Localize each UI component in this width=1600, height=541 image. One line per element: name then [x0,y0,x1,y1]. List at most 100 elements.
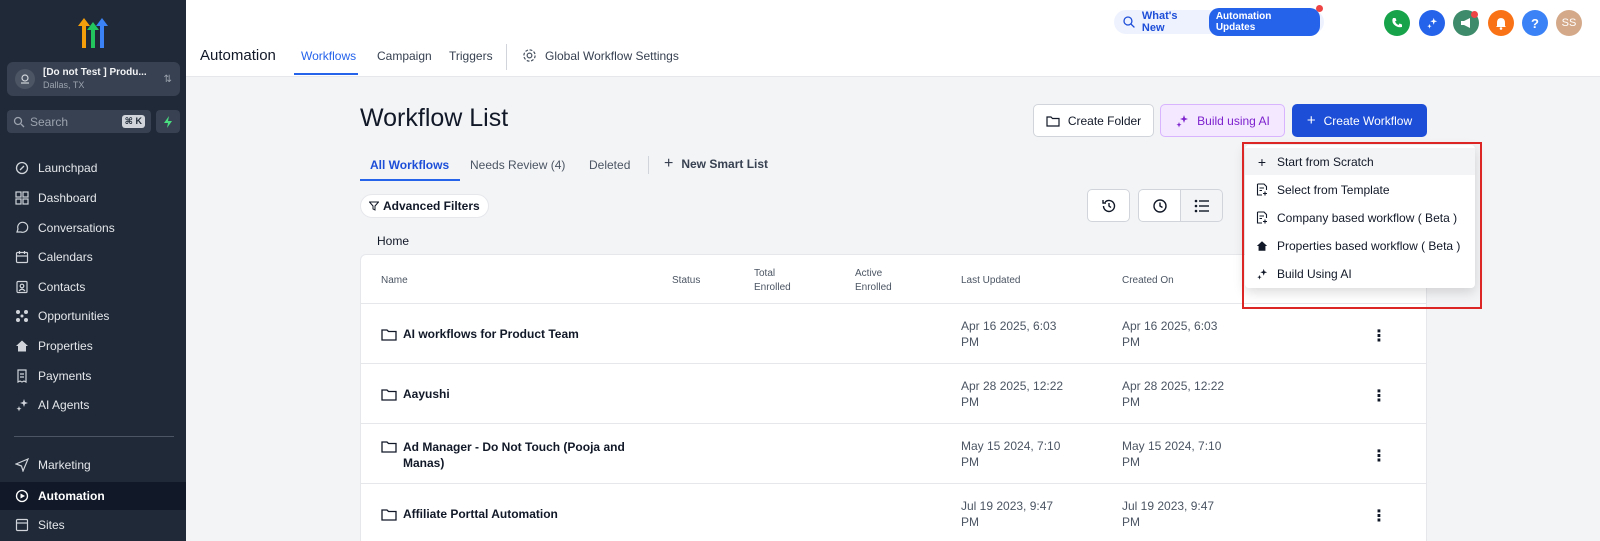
tab-workflows[interactable]: Workflows [301,49,356,63]
rocket-icon [14,160,30,176]
last-updated-cell: May 15 2024, 7:10 PM [961,424,1111,484]
last-updated-cell: Apr 16 2025, 6:03 PM [961,304,1111,364]
notification-dot [1471,11,1478,18]
table-row[interactable]: Ad Manager - Do Not Touch (Pooja and Man… [361,423,1426,483]
phone-button[interactable] [1384,10,1410,36]
folder-icon [381,441,397,453]
active-tab-indicator [294,73,358,75]
row-menu-icon[interactable]: ⋮ [1371,386,1387,406]
table-row[interactable]: Aayushi Apr 28 2025, 12:22 PM Apr 28 2025… [361,363,1426,423]
sidebar-item-launchpad[interactable]: Launchpad [0,154,186,182]
recent-view-button[interactable] [1138,189,1181,222]
receipt-icon [14,368,30,384]
automation-icon [14,488,30,504]
folder-icon [381,508,397,521]
history-button[interactable] [1087,189,1130,222]
list-view-button[interactable] [1180,189,1223,222]
clock-icon [1152,198,1167,213]
subtab-all-workflows[interactable]: All Workflows [370,158,449,172]
grid-icon [14,190,30,206]
tab-triggers[interactable]: Triggers [449,49,493,63]
bell-icon [1496,17,1506,30]
date-line: PM [1122,335,1140,349]
sidebar-item-label: Automation [38,489,105,503]
folder-name: Affiliate Porttal Automation [403,507,558,521]
folder-icon [381,388,397,401]
site-icon [14,517,30,533]
advanced-filters-label: Advanced Filters [383,199,480,213]
sidebar-item-label: Contacts [38,280,86,294]
help-button[interactable]: ? [1522,10,1548,36]
announcements-button[interactable] [1453,10,1479,36]
app-logo-icon[interactable] [74,14,112,50]
column-header-name[interactable]: Name [381,274,408,288]
row-menu-icon[interactable]: ⋮ [1371,326,1387,346]
ai-assistant-button[interactable] [1419,10,1445,36]
folder-name-cell[interactable]: Affiliate Porttal Automation [381,484,641,541]
last-updated-cell: Jul 19 2023, 9:47 PM [961,484,1111,541]
create-workflow-button[interactable]: + Create Workflow [1292,104,1427,137]
new-smart-list-label: New Smart List [681,157,769,171]
subtab-separator [648,156,649,174]
date-line: May 15 2024, 7:10 [1122,439,1222,453]
quick-action-button[interactable] [156,110,180,133]
sidebar-item-opportunities[interactable]: Opportunities [0,302,186,330]
new-smart-list-button[interactable]: + New Smart List [664,155,768,173]
account-switcher[interactable]: [Do not Test ] Produ... Dallas, TX ⇅ [7,62,180,96]
sidebar-item-label: Properties [38,339,93,353]
sidebar-item-ai-agents[interactable]: AI Agents [0,391,186,419]
header-line: Total [754,268,776,279]
date-line: Apr 16 2025, 6:03 [1122,319,1218,333]
date-line: PM [961,335,979,349]
subtab-needs-review[interactable]: Needs Review (4) [470,158,565,172]
date-line: PM [961,515,979,529]
page-title: Automation [200,47,276,64]
table-row[interactable]: AI workflows for Product Team Apr 16 202… [361,303,1426,363]
home-icon [14,338,30,354]
column-header-last-updated[interactable]: Last Updated [961,274,1021,288]
sidebar-item-conversations[interactable]: Conversations [0,214,186,242]
build-using-ai-button[interactable]: Build using AI [1160,104,1285,137]
date-line: Jul 19 2023, 9:47 [961,499,1054,513]
sidebar-item-label: Launchpad [38,161,98,175]
sidebar-item-payments[interactable]: Payments [0,362,186,390]
table-row[interactable]: Affiliate Porttal Automation Jul 19 2023… [361,483,1426,541]
user-avatar[interactable]: SS [1556,10,1582,36]
column-header-created-on[interactable]: Created On [1122,274,1174,288]
folder-name-cell[interactable]: AI workflows for Product Team [381,304,641,364]
sidebar-search[interactable]: Search ⌘ K [7,110,151,133]
subtab-deleted[interactable]: Deleted [589,158,630,172]
sparkle-icon [1427,17,1438,29]
phone-icon [1392,18,1402,28]
breadcrumb[interactable]: Home [377,234,409,248]
tab-campaign[interactable]: Campaign [377,49,432,63]
whats-new-button[interactable]: What's New Automation Updates [1114,5,1324,36]
folder-name-cell[interactable]: Ad Manager - Do Not Touch (Pooja and Man… [381,424,641,484]
created-on-cell: May 15 2024, 7:10 PM [1122,424,1272,484]
sidebar-item-marketing[interactable]: Marketing [0,451,186,479]
bolt-icon [164,115,172,128]
sidebar-item-properties[interactable]: Properties [0,332,186,360]
column-header-total-enrolled[interactable]: Total Enrolled [754,267,791,295]
advanced-filters-button[interactable]: Advanced Filters [360,194,489,218]
notifications-button[interactable] [1488,10,1514,36]
date-line: PM [1122,455,1140,469]
chat-icon [14,220,30,236]
tab-global-workflow-settings[interactable]: Global Workflow Settings [522,48,679,63]
date-line: Apr 28 2025, 12:22 [961,379,1064,393]
date-line: PM [961,455,979,469]
column-header-status[interactable]: Status [672,274,700,288]
folder-name-cell[interactable]: Aayushi [381,364,641,424]
sidebar-item-sites[interactable]: Sites [0,511,186,539]
sidebar-item-contacts[interactable]: Contacts [0,273,186,301]
sidebar-item-calendars[interactable]: Calendars [0,243,186,271]
sidebar-item-automation[interactable]: Automation [0,482,186,510]
row-menu-icon[interactable]: ⋮ [1371,506,1387,526]
sidebar-item-dashboard[interactable]: Dashboard [0,184,186,212]
column-header-active-enrolled[interactable]: Active Enrolled [855,267,892,295]
sidebar-item-label: Sites [38,518,65,532]
row-menu-icon[interactable]: ⋮ [1371,446,1387,466]
automation-updates-badge[interactable]: Automation Updates [1208,5,1323,36]
create-folder-button[interactable]: Create Folder [1033,104,1154,137]
sidebar-item-label: AI Agents [38,398,90,412]
